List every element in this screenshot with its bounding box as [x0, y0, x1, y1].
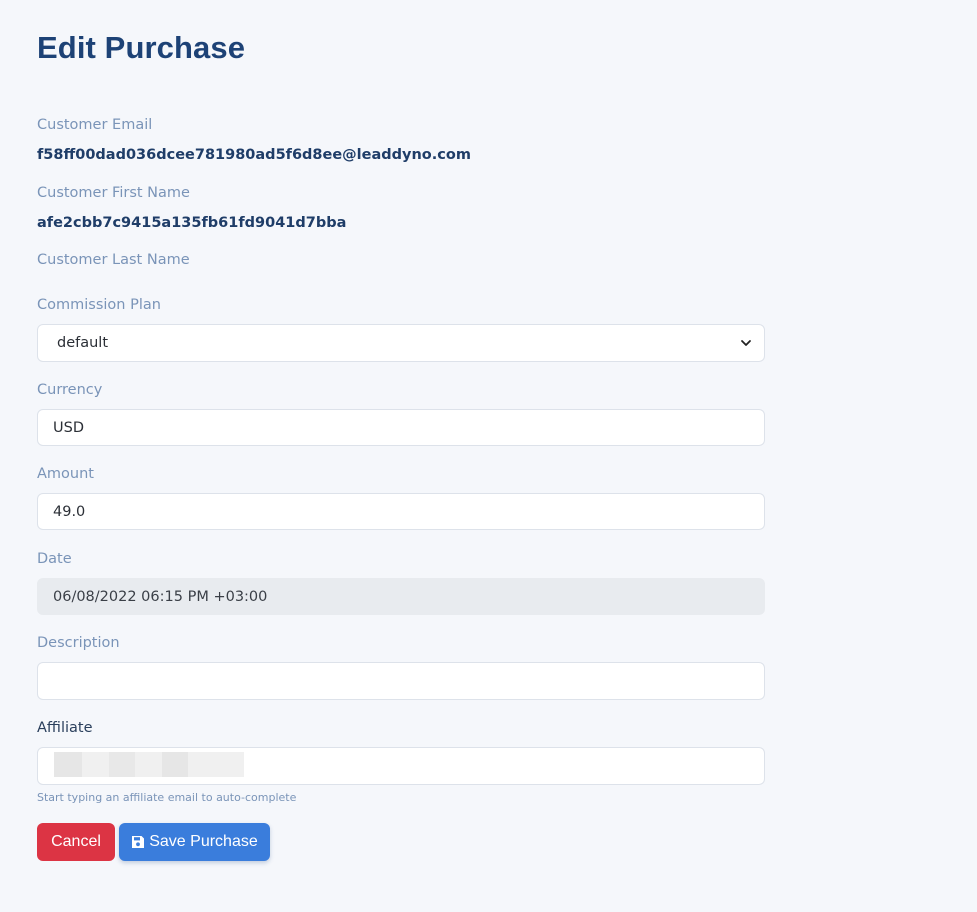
floppy-disk-icon: [131, 835, 145, 849]
affiliate-hint: Start typing an affiliate email to auto-…: [37, 791, 297, 804]
date-label: Date: [37, 551, 72, 567]
date-input: 06/08/2022 06:15 PM +03:00: [37, 578, 765, 615]
amount-label: Amount: [37, 466, 94, 482]
commission-plan-selected: default: [57, 335, 109, 351]
cancel-button-label: Cancel: [51, 833, 101, 850]
affiliate-label: Affiliate: [37, 720, 93, 736]
commission-plan-label: Commission Plan: [37, 297, 161, 313]
save-button-label: Save Purchase: [149, 833, 258, 850]
amount-input[interactable]: 49.0: [37, 493, 765, 530]
redacted-block: [162, 752, 188, 777]
edit-purchase-page: Edit Purchase Customer Email f58ff00dad0…: [0, 0, 977, 912]
currency-label: Currency: [37, 382, 103, 398]
customer-first-name-label: Customer First Name: [37, 185, 190, 201]
customer-last-name-label: Customer Last Name: [37, 252, 190, 268]
customer-first-name-value: afe2cbb7c9415a135fb61fd9041d7bba: [37, 215, 347, 231]
cancel-button[interactable]: Cancel: [37, 823, 115, 861]
page-title: Edit Purchase: [37, 30, 246, 65]
currency-value: USD: [53, 419, 84, 436]
redacted-affiliate-value: [54, 752, 244, 777]
date-value: 06/08/2022 06:15 PM +03:00: [53, 588, 268, 605]
chevron-down-icon: [740, 337, 752, 349]
description-label: Description: [37, 635, 120, 651]
save-purchase-button[interactable]: Save Purchase: [119, 823, 270, 861]
redacted-block: [109, 752, 135, 777]
commission-plan-select[interactable]: default: [37, 324, 765, 362]
currency-input[interactable]: USD: [37, 409, 765, 446]
affiliate-input[interactable]: [37, 747, 765, 785]
customer-email-label: Customer Email: [37, 117, 153, 133]
redacted-block: [54, 752, 82, 777]
description-input[interactable]: [37, 662, 765, 700]
amount-value: 49.0: [53, 503, 86, 520]
customer-email-value: f58ff00dad036dcee781980ad5f6d8ee@leaddyn…: [37, 147, 471, 163]
